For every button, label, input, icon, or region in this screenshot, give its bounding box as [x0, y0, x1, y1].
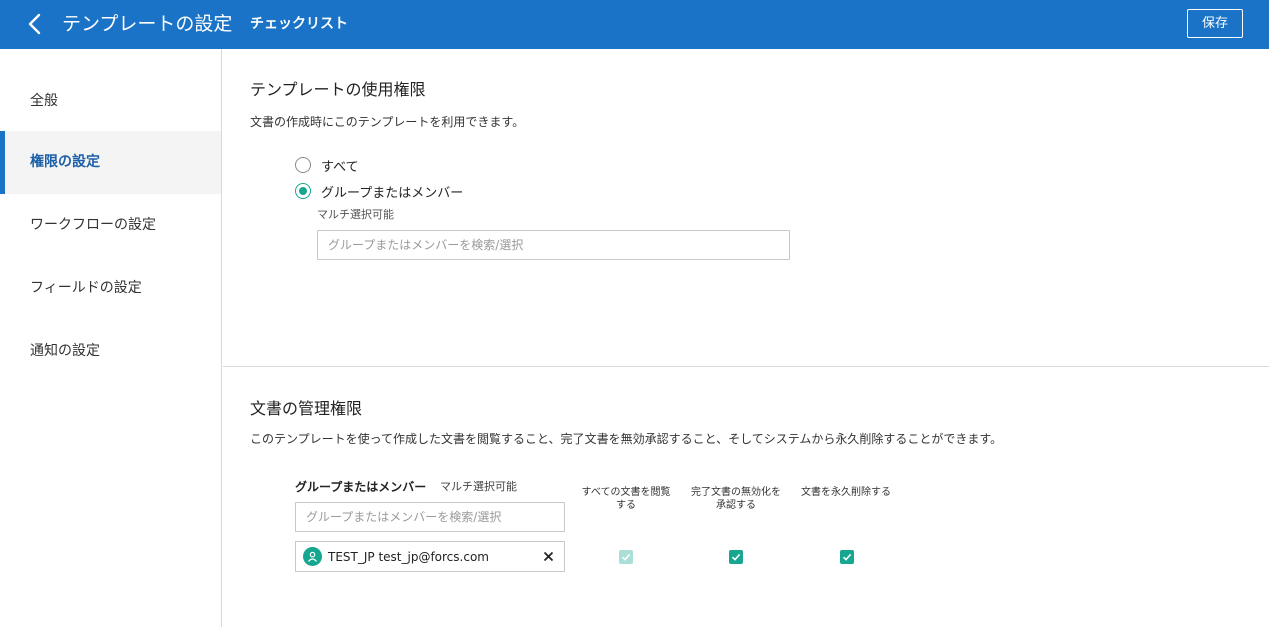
column-header-line: 完了文書の無効化を	[691, 487, 781, 498]
checkmark-icon	[842, 553, 852, 561]
top-bar: テンプレートの設定 チェックリスト 保存	[0, 0, 1269, 49]
chevron-left-icon	[28, 13, 41, 35]
close-icon	[543, 551, 553, 562]
radio-label: すべて	[321, 159, 359, 175]
member-chip: TEST_JP test_jp@forcs.com	[295, 541, 565, 572]
radio-button[interactable]	[295, 183, 311, 199]
checkbox-view-all	[619, 550, 633, 564]
member-column-header: グループまたはメンバー	[295, 480, 427, 494]
column-header-line: する	[616, 500, 636, 511]
column-header-line: 承認する	[716, 500, 756, 511]
sidebar-item-permissions[interactable]: 権限の設定	[0, 131, 221, 194]
user-avatar-icon	[303, 547, 322, 566]
column-header-permanent-delete: 文書を永久削除する	[794, 486, 898, 499]
save-button[interactable]: 保存	[1187, 9, 1243, 38]
template-name: チェックリスト	[250, 16, 348, 32]
radio-label: グループまたはメンバー	[321, 185, 464, 201]
admin-section-title: 文書の管理権限	[250, 399, 363, 418]
page-title: テンプレートの設定	[62, 13, 233, 35]
usage-section-description: 文書の作成時にこのテンプレートを利用できます。	[250, 115, 525, 129]
usage-member-search-input[interactable]	[317, 230, 790, 260]
remove-member-button[interactable]	[541, 550, 555, 564]
checkbox-approve-invalidation[interactable]	[729, 550, 743, 564]
multi-select-hint: マルチ選択可能	[440, 480, 517, 493]
sidebar-item-general[interactable]: 全般	[0, 70, 221, 133]
section-divider	[223, 366, 1269, 367]
checkmark-icon	[621, 553, 631, 561]
admin-member-search-input[interactable]	[295, 502, 565, 532]
back-button[interactable]	[24, 10, 50, 38]
sidebar-item-notifications[interactable]: 通知の設定	[0, 320, 221, 383]
checkmark-icon	[731, 553, 741, 561]
admin-section-description: このテンプレートを使って作成した文書を閲覧すること、完了文書を無効承認すること、…	[250, 432, 1003, 446]
radio-option-group-member[interactable]: グループまたはメンバー	[295, 181, 463, 201]
member-name: TEST_JP test_jp@forcs.com	[328, 549, 489, 564]
checkbox-permanent-delete[interactable]	[840, 550, 854, 564]
column-header-view-all: すべての文書を閲覧 する	[574, 486, 678, 512]
radio-option-all[interactable]: すべて	[295, 155, 359, 175]
column-header-line: すべての文書を閲覧	[581, 487, 671, 498]
usage-section-title: テンプレートの使用権限	[250, 80, 426, 99]
sidebar-item-fields[interactable]: フィールドの設定	[0, 257, 221, 320]
sidebar-item-workflow[interactable]: ワークフローの設定	[0, 194, 221, 257]
column-header-approve-invalidation: 完了文書の無効化を 承認する	[684, 486, 788, 512]
multi-select-hint: マルチ選択可能	[317, 208, 394, 221]
settings-sidebar: 全般 権限の設定 ワークフローの設定 フィールドの設定 通知の設定	[0, 49, 222, 627]
column-header-line: 文書を永久削除する	[801, 487, 891, 498]
radio-button[interactable]	[295, 157, 311, 173]
